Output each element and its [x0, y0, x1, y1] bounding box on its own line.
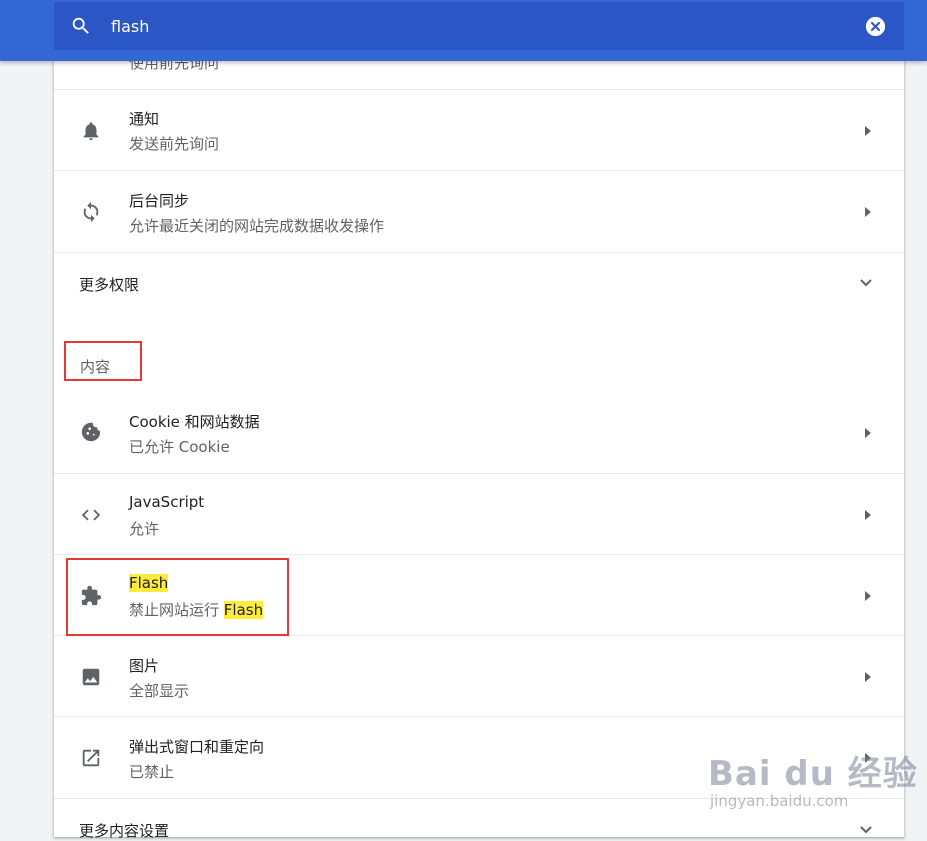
image-icon	[82, 668, 100, 686]
row-title: 弹出式窗口和重定向	[129, 738, 265, 756]
search-box	[54, 2, 904, 50]
row-title: 图片	[129, 657, 160, 675]
settings-card: 使用前先询问 通知 发送前先询问 后台同步 允许最近关闭的网站完成数据收发操作 …	[54, 0, 904, 840]
bell-icon	[83, 122, 99, 141]
row-subtitle: 全部显示	[129, 682, 190, 700]
row-title: JavaScript	[129, 493, 205, 511]
row-title: Cookie 和网站数据	[129, 413, 260, 431]
chevron-down-icon	[860, 279, 872, 287]
arrow-right-icon	[865, 672, 871, 682]
more-permissions-row[interactable]: 更多权限	[54, 252, 904, 314]
settings-row-images[interactable]: 图片 全部显示	[54, 635, 904, 717]
arrow-right-icon	[865, 207, 871, 217]
open-in-new-icon	[82, 749, 100, 767]
settings-row-cookies[interactable]: Cookie 和网站数据 已允许 Cookie	[54, 392, 904, 474]
annotation-box-flash	[66, 558, 289, 636]
baidu-jingyan-watermark: Bai du 经验 jingyan.baidu.com	[708, 738, 918, 818]
arrow-right-icon	[865, 126, 871, 136]
watermark-brand: Bai du 经验	[708, 754, 918, 794]
clear-search-icon[interactable]	[865, 16, 886, 37]
row-title: 后台同步	[129, 192, 190, 210]
code-icon	[81, 509, 101, 521]
arrow-right-icon	[865, 428, 871, 438]
search-icon	[72, 17, 89, 34]
chevron-down-icon	[860, 826, 872, 834]
row-title: 通知	[129, 110, 160, 128]
arrow-right-icon	[865, 510, 871, 520]
row-subtitle: 已禁止	[129, 763, 175, 781]
row-subtitle: 允许最近关闭的网站完成数据收发操作	[129, 217, 385, 235]
sync-icon	[83, 201, 99, 223]
settings-header	[0, 0, 927, 61]
row-subtitle: 发送前先询问	[129, 135, 220, 153]
settings-row-javascript[interactable]: JavaScript 允许	[54, 473, 904, 555]
settings-row-background-sync[interactable]: 后台同步 允许最近关闭的网站完成数据收发操作	[54, 170, 904, 252]
more-permissions-label: 更多权限	[79, 276, 140, 294]
cookie-icon	[81, 422, 101, 442]
watermark-url: jingyan.baidu.com	[710, 792, 849, 810]
row-subtitle: 已允许 Cookie	[129, 438, 230, 456]
settings-row-notifications[interactable]: 通知 发送前先询问	[54, 89, 904, 171]
row-subtitle: 允许	[129, 520, 160, 538]
search-input[interactable]	[111, 12, 831, 40]
more-content-settings-label: 更多内容设置	[79, 822, 170, 840]
arrow-right-icon	[865, 591, 871, 601]
annotation-box-content	[64, 341, 142, 381]
